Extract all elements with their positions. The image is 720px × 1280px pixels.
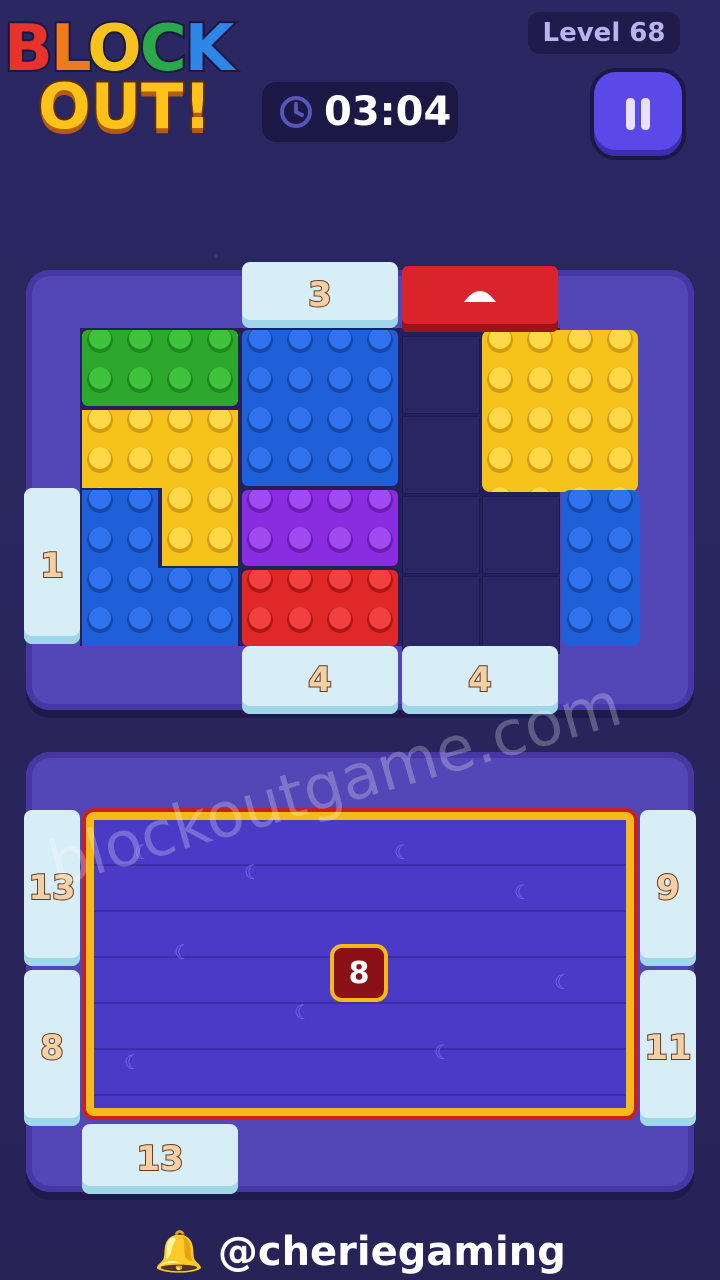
- handle-text: @cheriegaming: [217, 1229, 566, 1275]
- exit-gate-red: [402, 266, 558, 332]
- green-block[interactable]: [82, 330, 238, 406]
- creator-handle: 🔔 @cheriegaming: [0, 1228, 720, 1275]
- bell-icon: 🔔: [154, 1229, 204, 1275]
- yellow-square-block[interactable]: [482, 330, 638, 492]
- blue-vertical-block[interactable]: [562, 490, 640, 646]
- arrow-up-icon: [464, 291, 496, 302]
- gate-top: 3: [242, 262, 398, 328]
- blue-square-block[interactable]: [242, 330, 398, 486]
- red-block[interactable]: [242, 570, 398, 646]
- block-layer: [82, 330, 640, 646]
- purple-block[interactable]: [242, 490, 398, 566]
- gate-left-2: 8: [24, 970, 80, 1126]
- gate-bottom-1: 4: [242, 646, 398, 714]
- gate-right-2: 11: [640, 970, 696, 1126]
- tray-counter: 8: [330, 944, 388, 1002]
- gate-bottom: 13: [82, 1124, 238, 1194]
- gate-right-1: 9: [640, 810, 696, 966]
- gate-left: 1: [24, 488, 80, 644]
